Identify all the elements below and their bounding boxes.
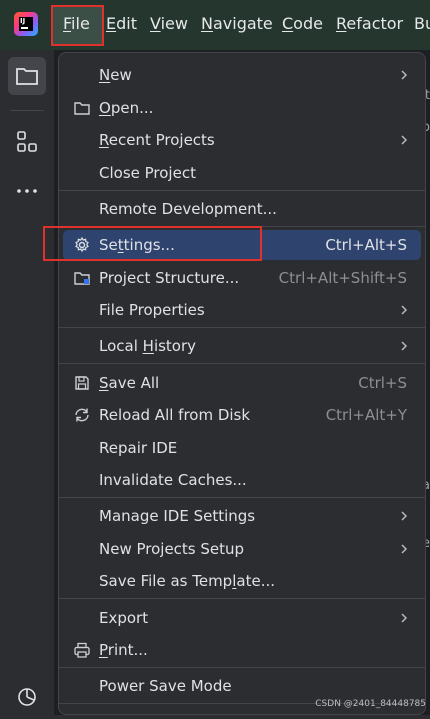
menu-item-reload-all[interactable]: Reload All from Disk Ctrl+Alt+Y bbox=[63, 400, 421, 430]
menu-item-save-file-as-template[interactable]: Save File as Template... bbox=[63, 566, 421, 596]
chevron-right-icon bbox=[401, 613, 408, 623]
tool-window-strip bbox=[0, 50, 54, 715]
chevron-right-icon bbox=[401, 70, 408, 80]
settings-highlight-box bbox=[43, 226, 262, 261]
chevron-right-icon bbox=[401, 341, 408, 351]
menu-item-recent-projects[interactable]: Recent Projects bbox=[63, 125, 421, 155]
shortcut-label: Ctrl+Alt+Shift+S bbox=[278, 269, 407, 287]
menu-separator bbox=[59, 327, 425, 328]
watermark: CSDN @2401_84448785 bbox=[315, 699, 426, 709]
menu-item-new[interactable]: New bbox=[63, 60, 421, 90]
menu-separator bbox=[59, 190, 425, 191]
menu-item-invalidate-caches[interactable]: Invalidate Caches... bbox=[63, 465, 421, 495]
more-dots-icon bbox=[17, 189, 37, 193]
menu-item-new-projects-setup[interactable]: New Projects Setup bbox=[63, 534, 421, 564]
more-tools-button[interactable] bbox=[8, 172, 46, 210]
intellij-logo-icon[interactable]: IJ bbox=[14, 12, 38, 36]
menu-refactor[interactable]: Refactor bbox=[336, 14, 403, 33]
project-structure-icon bbox=[74, 272, 90, 285]
chevron-right-icon bbox=[401, 135, 408, 145]
menu-item-save-all[interactable]: Save All Ctrl+S bbox=[63, 368, 421, 398]
pie-chart-icon bbox=[18, 688, 36, 706]
menu-code[interactable]: Code bbox=[282, 14, 323, 33]
reload-icon bbox=[75, 408, 89, 422]
toolstrip-divider bbox=[10, 110, 44, 111]
menu-item-file-properties[interactable]: File Properties bbox=[63, 295, 421, 325]
menu-item-repair-ide[interactable]: Repair IDE bbox=[63, 433, 421, 463]
file-menu-popup: New Open... Recent Projects Close Projec… bbox=[58, 52, 426, 715]
menu-item-export[interactable]: Export bbox=[63, 603, 421, 633]
menu-file[interactable]: File bbox=[63, 14, 90, 33]
shortcut-label: Ctrl+Alt+S bbox=[325, 236, 407, 254]
profiler-tool-button[interactable] bbox=[8, 677, 46, 715]
save-icon bbox=[75, 376, 89, 390]
chevron-right-icon bbox=[401, 305, 408, 315]
menu-item-open[interactable]: Open... bbox=[63, 93, 421, 123]
print-icon bbox=[74, 642, 90, 658]
menu-item-local-history[interactable]: Local History bbox=[63, 331, 421, 361]
folder-icon bbox=[74, 102, 90, 115]
structure-icon bbox=[17, 131, 37, 152]
chevron-right-icon bbox=[401, 544, 408, 554]
structure-tool-button[interactable] bbox=[8, 123, 46, 161]
menu-item-project-structure[interactable]: Project Structure... Ctrl+Alt+Shift+S bbox=[63, 263, 421, 293]
menu-separator bbox=[59, 598, 425, 599]
menu-navigate[interactable]: Navigate bbox=[201, 14, 273, 33]
project-tool-button[interactable] bbox=[8, 57, 46, 95]
menu-item-remote-development[interactable]: Remote Development... bbox=[63, 194, 421, 224]
menu-item-close-project[interactable]: Close Project bbox=[63, 158, 421, 188]
menu-separator bbox=[59, 363, 425, 364]
chevron-right-icon bbox=[401, 511, 408, 521]
shortcut-label: Ctrl+Alt+Y bbox=[325, 406, 407, 424]
menu-item-power-save-mode[interactable]: Power Save Mode bbox=[63, 671, 421, 701]
menu-separator bbox=[59, 667, 425, 668]
menu-build[interactable]: Bu bbox=[414, 14, 430, 33]
shortcut-label: Ctrl+S bbox=[358, 374, 407, 392]
main-menu-bar: IJ File Edit View Navigate Code Refactor… bbox=[0, 0, 430, 50]
folder-icon bbox=[16, 68, 38, 85]
menu-separator bbox=[59, 497, 425, 498]
menu-view[interactable]: View bbox=[150, 14, 188, 33]
menu-item-manage-ide-settings[interactable]: Manage IDE Settings bbox=[63, 501, 421, 531]
menu-edit[interactable]: Edit bbox=[106, 14, 137, 33]
menu-item-print[interactable]: Print... bbox=[63, 635, 421, 665]
